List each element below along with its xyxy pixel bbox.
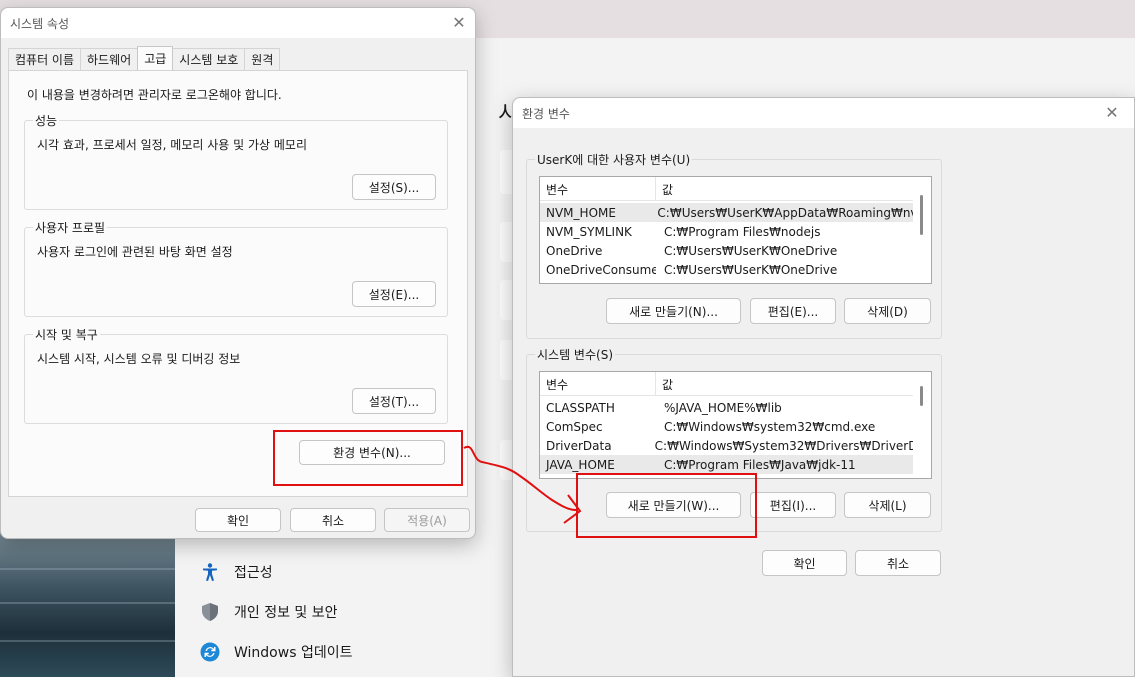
list-header: 변수 값 <box>540 372 913 396</box>
group-legend: 사용자 프로필 <box>33 219 108 236</box>
ok-button[interactable]: 확인 <box>195 508 281 532</box>
list-item[interactable]: CLASSPATH %JAVA_HOME%₩lib <box>540 398 913 417</box>
system-variables-list[interactable]: 변수 값 CLASSPATH %JAVA_HOME%₩lib ComSpec C… <box>539 371 932 479</box>
environment-variables-titlebar: 환경 변수 <box>513 98 1134 128</box>
dialog-title: 환경 변수 <box>522 106 570 121</box>
system-delete-button[interactable]: 삭제(L) <box>844 492 931 518</box>
scrollbar[interactable] <box>913 177 931 283</box>
apply-button[interactable]: 적용(A) <box>384 508 470 532</box>
user-variables-list[interactable]: 변수 값 NVM_HOME C:₩Users₩UserK₩AppData₩Roa… <box>539 176 932 284</box>
list-item[interactable]: NVM_HOME C:₩Users₩UserK₩AppData₩Roaming₩… <box>540 203 913 222</box>
variable-value: C:₩Windows₩System32₩Drivers₩DriverData <box>654 438 913 453</box>
group-legend: 시스템 변수(S) <box>535 346 615 363</box>
windows-update-icon <box>200 642 220 662</box>
user-profiles-group: 사용자 프로필 사용자 로그인에 관련된 바탕 화면 설정 설정(E)... <box>24 219 448 317</box>
tab-computer-name[interactable]: 컴퓨터 이름 <box>8 48 82 70</box>
variable-value: C:₩Users₩UserK₩OneDrive <box>664 243 838 258</box>
column-header-variable[interactable]: 변수 <box>540 177 656 201</box>
group-legend: 시작 및 복구 <box>33 326 100 343</box>
list-item[interactable]: DriverData C:₩Windows₩System32₩Drivers₩D… <box>540 436 913 455</box>
variable-value: C:₩Program Files₩nodejs <box>664 224 821 239</box>
settings-nav-privacy[interactable]: 개인 정보 및 보안 <box>200 600 338 624</box>
highlight-box-new-system-variable <box>576 473 757 538</box>
performance-settings-button[interactable]: 설정(S)... <box>352 174 436 200</box>
group-description: 시각 효과, 프로세서 일정, 메모리 사용 및 가상 메모리 <box>37 138 307 152</box>
performance-group: 성능 시각 효과, 프로세서 일정, 메모리 사용 및 가상 메모리 설정(S)… <box>24 112 448 210</box>
variable-name: OneDriveConsumer <box>546 262 656 277</box>
user-variables-group: UserK에 대한 사용자 변수(U) 변수 값 NVM_HOME C:₩Use… <box>526 151 942 339</box>
list-item[interactable]: OneDrive C:₩Users₩UserK₩OneDrive <box>540 241 913 260</box>
variable-name: OneDrive <box>546 243 603 258</box>
tab-hardware[interactable]: 하드웨어 <box>80 48 139 70</box>
column-header-value[interactable]: 값 <box>656 372 913 396</box>
tab-bar: 컴퓨터 이름 하드웨어 고급 시스템 보호 원격 <box>8 46 281 70</box>
settings-nav-accessibility[interactable]: 접근성 <box>200 560 273 584</box>
settings-nav-label: 접근성 <box>234 565 273 581</box>
tab-advanced[interactable]: 고급 <box>137 46 174 70</box>
ok-button[interactable]: 확인 <box>762 550 847 576</box>
cancel-button[interactable]: 취소 <box>290 508 376 532</box>
highlight-box-environment-variables <box>273 430 463 486</box>
system-properties-titlebar: 시스템 속성 <box>1 8 475 38</box>
close-icon[interactable]: ✕ <box>451 15 467 31</box>
group-legend: UserK에 대한 사용자 변수(U) <box>535 151 693 168</box>
scrollbar-thumb[interactable] <box>920 195 923 235</box>
tab-system-protection[interactable]: 시스템 보호 <box>172 48 246 70</box>
close-icon[interactable]: ✕ <box>1104 105 1120 121</box>
shield-icon <box>200 602 220 622</box>
settings-nav-windows-update[interactable]: Windows 업데이트 <box>200 640 352 664</box>
user-delete-button[interactable]: 삭제(D) <box>844 298 931 324</box>
variable-value: %JAVA_HOME%₩lib <box>664 400 782 415</box>
variable-name: NVM_SYMLINK <box>546 224 632 239</box>
column-header-value[interactable]: 값 <box>656 177 913 201</box>
accessibility-icon <box>200 562 220 582</box>
dialog-title: 시스템 속성 <box>10 16 70 31</box>
scrollbar-thumb[interactable] <box>920 386 923 406</box>
variable-value: C:₩Users₩UserK₩AppData₩Roaming₩nvm <box>657 205 913 220</box>
environment-variables-dialog: 환경 변수 ✕ UserK에 대한 사용자 변수(U) 변수 값 NVM_HOM… <box>512 97 1135 677</box>
list-header: 변수 값 <box>540 177 913 201</box>
user-profiles-settings-button[interactable]: 설정(E)... <box>352 281 436 307</box>
settings-nav-label: Windows 업데이트 <box>234 645 353 661</box>
group-legend: 성능 <box>33 112 60 129</box>
user-new-button[interactable]: 새로 만들기(N)... <box>606 298 741 324</box>
system-edit-button[interactable]: 편집(I)... <box>750 492 836 518</box>
startup-recovery-settings-button[interactable]: 설정(T)... <box>352 388 436 414</box>
settings-nav-label: 개인 정보 및 보안 <box>234 605 338 621</box>
variable-name: NVM_HOME <box>546 205 616 220</box>
group-description: 사용자 로그인에 관련된 바탕 화면 설정 <box>37 245 233 259</box>
variable-name: ComSpec <box>546 419 603 434</box>
list-item[interactable]: ComSpec C:₩Windows₩system32₩cmd.exe <box>540 417 913 436</box>
cancel-button[interactable]: 취소 <box>855 550 941 576</box>
scrollbar[interactable] <box>913 372 931 478</box>
list-item[interactable]: NVM_SYMLINK C:₩Program Files₩nodejs <box>540 222 913 241</box>
desktop-wallpaper <box>0 530 175 677</box>
variable-name: CLASSPATH <box>546 400 615 415</box>
admin-note: 이 내용을 변경하려면 관리자로 로그온해야 합니다. <box>27 88 282 102</box>
column-header-variable[interactable]: 변수 <box>540 372 656 396</box>
variable-value: C:₩Program Files₩Java₩jdk-11 <box>664 457 856 472</box>
variable-value: C:₩Users₩UserK₩OneDrive <box>664 262 838 277</box>
tab-remote[interactable]: 원격 <box>244 48 281 70</box>
list-item[interactable]: JAVA_HOME C:₩Program Files₩Java₩jdk-11 <box>540 455 913 474</box>
variable-value: C:₩Windows₩system32₩cmd.exe <box>664 419 876 434</box>
annotation-arrow <box>463 445 582 524</box>
startup-recovery-group: 시작 및 복구 시스템 시작, 시스템 오류 및 디버깅 정보 설정(T)... <box>24 326 448 424</box>
user-edit-button[interactable]: 편집(E)... <box>750 298 836 324</box>
group-description: 시스템 시작, 시스템 오류 및 디버깅 정보 <box>37 352 241 366</box>
list-item[interactable]: OneDriveConsumer C:₩Users₩UserK₩OneDrive <box>540 260 913 279</box>
